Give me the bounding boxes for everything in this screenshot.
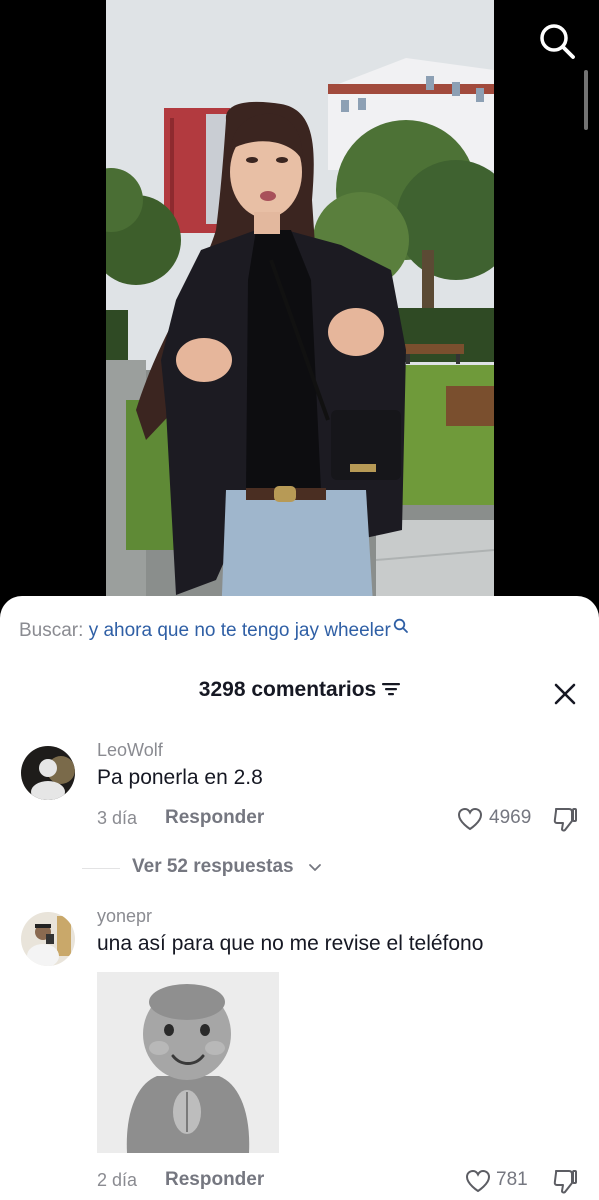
video-search-button[interactable] (536, 20, 578, 62)
avatar[interactable] (21, 746, 75, 800)
reply-button[interactable]: Responder (165, 1169, 264, 1191)
heart-icon (457, 807, 483, 831)
like-count: 781 (496, 1169, 528, 1190)
comments-sheet: Buscar: y ahora que no te tengo jay whee… (0, 596, 599, 1200)
view-replies-button[interactable]: Ver 52 respuestas (82, 856, 342, 882)
close-comments-button[interactable] (551, 680, 579, 708)
search-query-link[interactable]: y ahora que no te tengo jay wheeler (89, 620, 391, 641)
search-icon (393, 618, 408, 633)
scroll-indicator (584, 70, 588, 130)
comment-text: Pa ponerla en 2.8 (97, 766, 263, 789)
suggested-search[interactable]: Buscar: y ahora que no te tengo jay whee… (19, 618, 579, 648)
search-prefix: Buscar: (19, 620, 84, 641)
video-frame[interactable] (106, 0, 494, 620)
video-player[interactable] (0, 0, 599, 620)
comments-header: 3298 comentarios (0, 678, 599, 708)
comment-image[interactable] (97, 972, 279, 1153)
reply-button[interactable]: Responder (165, 807, 264, 829)
video-still (106, 0, 494, 620)
dislike-button[interactable] (552, 1168, 578, 1200)
filter-icon[interactable] (382, 681, 401, 697)
comment-time: 3 día (97, 808, 138, 828)
chevron-down-icon (309, 864, 321, 871)
like-count: 4969 (489, 807, 532, 828)
baby-meme-image (97, 972, 279, 1153)
heart-icon (465, 1169, 491, 1193)
comment-username[interactable]: yonepr (97, 906, 152, 927)
thumbs-down-icon (553, 1170, 577, 1194)
comment-time: 2 día (97, 1170, 138, 1190)
comments-count: 3298 comentarios (198, 678, 377, 701)
dislike-button[interactable] (552, 806, 578, 839)
like-button[interactable] (456, 806, 484, 837)
comment-item: yonepr una así para que no me revise el … (0, 906, 599, 1200)
view-replies-label: Ver 52 respuestas (132, 856, 294, 877)
close-icon (554, 683, 576, 705)
comment-username[interactable]: LeoWolf (97, 740, 163, 761)
comment-actions: 2 día Responder 781 (0, 1164, 599, 1200)
search-icon (540, 24, 575, 59)
comment-text: una así para que no me revise el teléfon… (97, 932, 484, 955)
thumbs-down-icon (553, 808, 577, 832)
replies-divider (82, 868, 120, 869)
like-button[interactable] (464, 1168, 492, 1199)
avatar[interactable] (21, 912, 75, 966)
